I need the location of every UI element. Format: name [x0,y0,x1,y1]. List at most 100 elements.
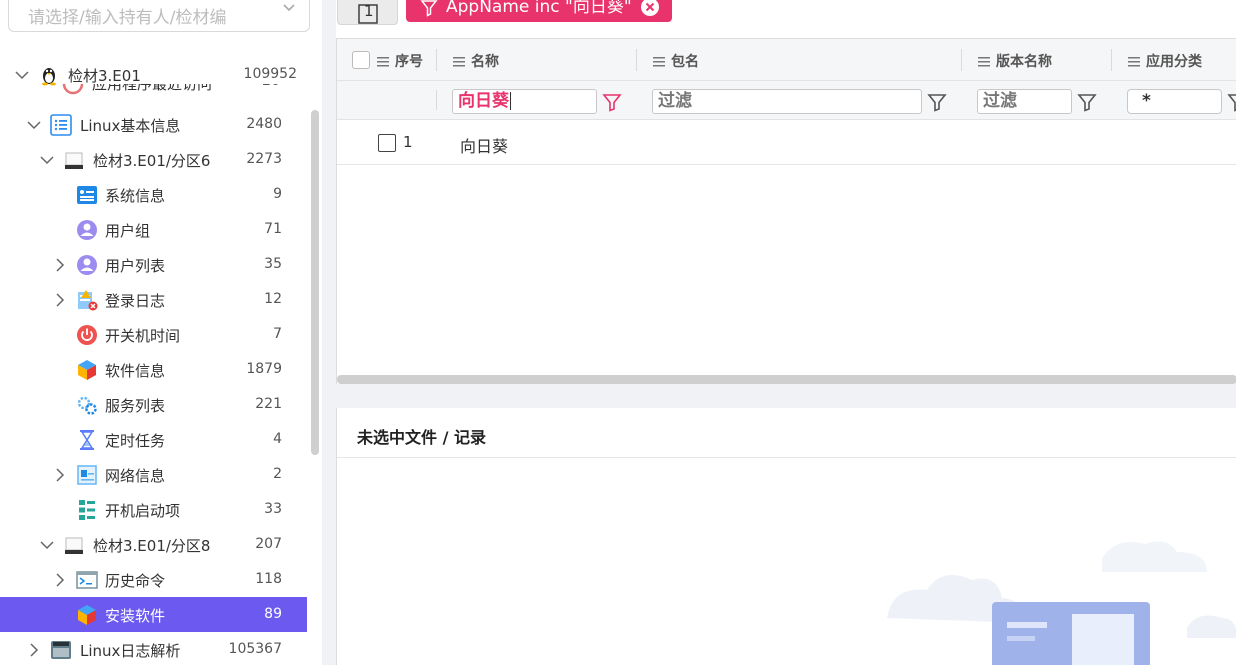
tree-item-count: 35 [264,256,282,272]
tree-item-label: Linux基本信息 [80,117,181,135]
chevron-right-icon[interactable] [52,572,68,588]
tree-item-scheduled-tasks[interactable]: 定时任务 4 [0,422,307,457]
chevron-right-icon[interactable] [52,292,68,308]
chevron-down-icon[interactable] [39,152,55,168]
tree-item-label: 软件信息 [105,362,166,380]
chevron-down-icon[interactable] [26,117,42,133]
row-checkbox[interactable] [378,134,396,152]
tree-item-label: 应用程序最近访问 [92,84,213,93]
active-filter-text: AppName inc "向日葵" [446,0,632,17]
cube-icon [78,605,96,625]
tree-item-label: 网络信息 [105,467,166,485]
row-index: 1 [403,133,413,151]
chevron-right-icon[interactable] [52,467,68,483]
table-row[interactable]: 1 向日葵 [337,120,1236,165]
category-filter-select[interactable]: * [1127,89,1222,114]
recent-apps-icon [62,84,84,95]
column-header-category[interactable]: 应用分类 [1128,51,1202,71]
cube-icon [78,360,96,380]
version-filter-input[interactable]: 过滤 [977,89,1072,114]
column-menu-icon[interactable] [653,57,665,67]
tree-item-label: 登录日志 [105,292,166,310]
tree-item-recent-apps[interactable]: 应用程序最近访问 26 [62,84,292,98]
tree-item-count: 2480 [246,116,282,132]
chevron-down-icon[interactable] [39,537,55,553]
hourglass-icon [80,430,94,450]
owner-select[interactable]: 请选择/输入持有人/检材编 [8,0,310,32]
tree-item-count: 9 [273,186,282,202]
tree-item-installed-software[interactable]: 安装软件 89 [0,597,307,632]
tree-item-count: 109952 [243,66,297,82]
software-grid: 序号 名称 包名 版本名称 应用分类 向日葵 过滤 过滤 * 1 向日葵 [336,38,1236,384]
close-icon[interactable] [640,0,660,17]
tree-item-count: 89 [264,606,282,622]
chevron-right-icon[interactable] [26,642,42,658]
tree-item-startup-items[interactable]: 开机启动项 33 [0,492,307,527]
tree-item-count: 118 [255,571,282,587]
column-menu-icon[interactable] [453,57,465,67]
tree-item-user-group[interactable]: 用户组 71 [0,212,307,247]
tree-item-linux-log-parse[interactable]: Linux日志解析 105367 [0,632,307,665]
tree-item-power-time[interactable]: 开关机时间 7 [0,317,307,352]
tree-item-label: 用户组 [105,222,151,240]
select-all-checkbox[interactable] [352,51,370,69]
column-header-version[interactable]: 版本名称 [978,51,1052,71]
active-filter-tag[interactable]: AppName inc "向日葵" [406,0,672,22]
column-header-name[interactable]: 名称 [453,51,499,71]
tree-item-label: 用户列表 [105,257,166,275]
tree-item-count: 71 [264,221,282,237]
tree-item-label: 服务列表 [105,397,166,415]
tree-item-label: 开机启动项 [105,502,181,520]
tree-item-count: 207 [255,536,282,552]
tree-item-count: 2273 [246,151,282,167]
tree-item-software-info[interactable]: 软件信息 1879 [0,352,307,387]
column-menu-icon[interactable] [1128,57,1140,67]
filter-icon[interactable] [602,92,622,112]
name-filter-input[interactable]: 向日葵 [452,89,597,114]
left-panel: 请选择/输入持有人/检材编 检材3.E01 109952 应用程序最近访问 26 [0,0,322,665]
tree-item-count: 12 [264,291,282,307]
package-filter-input[interactable]: 过滤 [652,89,922,114]
tree-item-system-info[interactable]: 系统信息 9 [0,177,307,212]
page-one-button[interactable]: 1 [337,0,398,25]
tree-item-partition8[interactable]: 检材3.E01/分区8 207 [0,527,307,562]
tree-item-user-list[interactable]: 用户列表 35 [0,247,307,282]
user-icon [77,255,97,275]
column-header-package[interactable]: 包名 [653,51,699,71]
tree-item-count: 7 [273,326,282,342]
tree-item-label: 系统信息 [105,187,166,205]
grid-horizontal-scrollbar[interactable] [337,375,1236,384]
filter-icon[interactable] [1077,92,1097,112]
detail-panel: 未选中文件 / 记录 [336,408,1236,665]
chevron-down-icon[interactable] [281,0,297,15]
tree-item-count: 26 [262,84,280,89]
chevron-down-icon[interactable] [14,67,30,83]
grid-header: 序号 名称 包名 版本名称 应用分类 [337,39,1236,81]
terminal-icon [76,571,98,589]
column-menu-icon[interactable] [377,57,389,67]
chevron-right-icon[interactable] [52,257,68,273]
tree-item-partition6[interactable]: 检材3.E01/分区6 2273 [0,142,307,177]
tree-item-count: 4 [273,431,282,447]
tree-item-service-list[interactable]: 服务列表 221 [0,387,307,422]
row-app-name: 向日葵 [460,137,509,156]
service-gear-icon [77,396,97,415]
owner-select-placeholder: 请选择/输入持有人/检材编 [28,8,227,28]
tree-item-login-log[interactable]: 登录日志 12 [0,282,307,317]
power-icon [77,325,97,345]
column-header-index[interactable]: 序号 [377,51,423,71]
tree-item-network-info[interactable]: 网络信息 2 [0,457,307,492]
grid-filter-row: 向日葵 过滤 过滤 * [337,81,1236,120]
panel-divider[interactable] [322,0,336,665]
detail-title: 未选中文件 / 记录 [357,428,486,447]
filter-icon[interactable] [1227,92,1236,112]
filter-icon[interactable] [927,92,947,112]
tree-item-count: 105367 [228,641,282,657]
tree-scrollbar[interactable] [311,110,319,455]
startup-list-icon [79,500,95,520]
log-icon [51,641,71,659]
tree-item-label: 定时任务 [105,432,166,450]
tree-item-linux-basic-info[interactable]: Linux基本信息 2480 [0,107,307,142]
tree-item-command-history[interactable]: 历史命令 118 [0,562,307,597]
column-menu-icon[interactable] [978,57,990,67]
